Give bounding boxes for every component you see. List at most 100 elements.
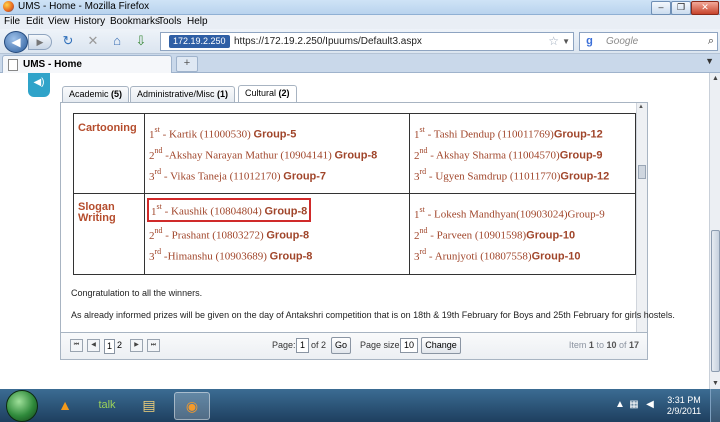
category-cell: Cartooning	[73, 113, 145, 194]
clock[interactable]: 3:31 PM 2/9/2011	[664, 395, 704, 417]
winner-entry: 3rd - Ugyen Samdrup (11011770)Group-12	[414, 167, 610, 183]
winner-entry: 2nd - Akshay Sharma (11004570)Group-9	[414, 146, 603, 162]
download-icon[interactable]: ⇩	[133, 33, 149, 49]
url-dropdown-icon[interactable]: ▼	[562, 33, 570, 50]
firefox-icon	[3, 1, 14, 12]
winners-cell: 1st - Lokesh Mandhyan(10903024)Group-9 2…	[409, 193, 636, 275]
next-page-icon[interactable]: ▶	[130, 339, 143, 352]
search-placeholder[interactable]: Google	[606, 33, 638, 50]
network-icon[interactable]: ▦	[628, 399, 640, 411]
minimize-button[interactable]: –	[651, 1, 671, 15]
list-all-tabs-icon[interactable]: ▼	[705, 56, 714, 66]
winner-entry: 1st - Kartik (11000530) Group-5	[149, 125, 297, 141]
menu-view[interactable]: View	[48, 16, 70, 27]
tab-academic[interactable]: Academic (5)	[62, 86, 130, 102]
page-scrollbar[interactable]: ▲ ▼	[709, 73, 720, 389]
winner-entry: 2nd -Akshay Narayan Mathur (10904141) Gr…	[149, 146, 378, 162]
bookmark-star-icon[interactable]: ☆	[548, 33, 559, 50]
item-range-summary: Item 1 to 10 of 17	[568, 340, 639, 350]
results-table: Cartooning 1st - Kartik (11000530) Group…	[73, 113, 636, 275]
start-button[interactable]	[6, 390, 38, 422]
reload-icon[interactable]: ↻	[60, 33, 76, 49]
menu-edit[interactable]: Edit	[26, 16, 43, 27]
maximize-button[interactable]: ❐	[671, 1, 691, 15]
change-button[interactable]: Change	[421, 337, 461, 354]
browser-tab-title: UMS - Home	[23, 59, 82, 70]
page-number-1[interactable]: 1	[104, 339, 116, 354]
clock-date: 2/9/2011	[666, 406, 702, 416]
tray-arrow-icon[interactable]: ▲	[614, 399, 626, 411]
category-cell: Slogan Writing	[73, 193, 145, 275]
page-input[interactable]: 1	[296, 338, 309, 353]
windows-taskbar: ▲ talk ▤ ◉ ▲ ▦ ◀ 3:31 PM 2/9/2011	[0, 389, 720, 422]
vlc-icon[interactable]: ▲	[48, 392, 82, 418]
forward-button[interactable]: ▶	[28, 34, 52, 50]
page-scroll-thumb[interactable]	[711, 230, 720, 372]
winner-entry: 1st - Lokesh Mandhyan(10903024)Group-9	[414, 205, 605, 221]
google-icon[interactable]: g	[583, 35, 596, 48]
close-button[interactable]: ✕	[691, 1, 719, 15]
window-title: UMS - Home - Mozilla Firefox	[18, 1, 150, 12]
congratulation-note: Congratulation to all the winners.	[71, 288, 203, 298]
winner-entry: 3rd - Arunjyoti (10807558)Group-10	[414, 247, 581, 263]
prev-page-icon[interactable]: ◀	[87, 339, 100, 352]
volume-icon[interactable]: ◀	[644, 399, 656, 411]
menu-bookmarks[interactable]: Bookmarks	[110, 16, 160, 27]
page-viewport: ◀) Academic (5) Administrative/Misc (1) …	[0, 73, 708, 389]
home-icon[interactable]: ⌂	[109, 33, 125, 49]
scroll-up-icon[interactable]: ▲	[638, 104, 644, 110]
menu-file[interactable]: File	[4, 16, 20, 27]
speaker-icon[interactable]: ◀)	[28, 73, 50, 97]
go-button[interactable]: Go	[331, 337, 351, 354]
google-talk-icon[interactable]: talk	[90, 392, 124, 418]
winner-entry: 2nd - Prashant (10803272) Group-8	[149, 226, 310, 242]
page-label: Page:	[272, 340, 296, 350]
panel-scroll-thumb[interactable]	[638, 165, 646, 179]
stop-icon[interactable]: ✕	[85, 33, 101, 49]
new-tab-button[interactable]: +	[176, 56, 198, 72]
navigation-toolbar: ◀ ▶ ↻ ✕ ⌂ ⇩ 172.19.2.250 https://172.19.…	[0, 29, 720, 54]
tab-administrative-misc[interactable]: Administrative/Misc (1)	[130, 86, 236, 102]
show-desktop-button[interactable]	[710, 389, 720, 422]
clock-time: 3:31 PM	[667, 395, 701, 405]
first-page-icon[interactable]: ⏮	[70, 339, 83, 352]
category-label: Cartooning	[78, 122, 137, 134]
grid-pager: ⏮ ◀ 1 2 ▶ ⏭ Page: 1 of 2 Go Page size: 1…	[60, 332, 648, 360]
winner-entry: 3rd -Himanshu (10903689) Group-8	[149, 247, 313, 263]
tab-strip: UMS - Home + ▼	[0, 54, 720, 73]
table-row: Cartooning 1st - Kartik (11000530) Group…	[73, 113, 636, 194]
url-text[interactable]: https://172.19.2.250/Ipuums/Default3.asp…	[234, 33, 422, 50]
firefox-taskbar-icon[interactable]: ◉	[174, 392, 210, 420]
scroll-down-icon[interactable]: ▼	[712, 380, 719, 387]
scroll-up-icon[interactable]: ▲	[712, 75, 719, 82]
winner-entry: 1st - Tashi Dendup (110011769)Group-12	[414, 125, 603, 141]
menu-history[interactable]: History	[74, 16, 105, 27]
page-size-input[interactable]: 10	[400, 338, 418, 353]
window-titlebar[interactable]: UMS - Home - Mozilla Firefox – ❐ ✕	[0, 0, 720, 15]
category-label: Slogan Writing	[78, 201, 116, 224]
search-box[interactable]: g Google ⌕	[579, 32, 718, 51]
browser-tab[interactable]: UMS - Home	[2, 55, 172, 73]
highlighted-winner-box: 1st - Kaushik (10804804) Group-8	[146, 198, 312, 222]
last-page-icon[interactable]: ⏭	[147, 339, 160, 352]
winner-entry: 2nd - Parveen (10901598)Group-10	[414, 226, 576, 242]
menu-help[interactable]: Help	[187, 16, 208, 27]
winner-entry: 1st - Kaushik (10804804) Group-8	[146, 198, 409, 222]
menu-tools[interactable]: Tools	[158, 16, 181, 27]
back-button[interactable]: ◀	[4, 31, 28, 53]
page-number-2[interactable]: 2	[117, 339, 122, 352]
site-identity-button[interactable]: 172.19.2.250	[169, 35, 230, 48]
tab-cultural[interactable]: Cultural (2)	[238, 85, 297, 103]
folder-icon[interactable]: ▤	[132, 392, 166, 418]
menu-bar: File Edit View History Bookmarks Tools H…	[0, 15, 720, 29]
prize-info-note: As already informed prizes will be given…	[71, 310, 675, 320]
winners-cell: 1st - Kaushik (10804804) Group-8 2nd - P…	[144, 193, 410, 275]
winner-entry: 3rd - Vikas Taneja (11012170) Group-7	[149, 167, 327, 183]
search-icon[interactable]: ⌕	[708, 33, 714, 50]
page-size-label: Page size:	[360, 340, 403, 350]
url-bar[interactable]: 172.19.2.250 https://172.19.2.250/Ipuums…	[160, 32, 574, 51]
page-of-label: of 2	[311, 340, 327, 350]
page-icon	[8, 59, 18, 71]
winners-cell: 1st - Tashi Dendup (110011769)Group-12 2…	[409, 113, 636, 194]
winners-cell: 1st - Kartik (11000530) Group-5 2nd -Aks…	[144, 113, 410, 194]
